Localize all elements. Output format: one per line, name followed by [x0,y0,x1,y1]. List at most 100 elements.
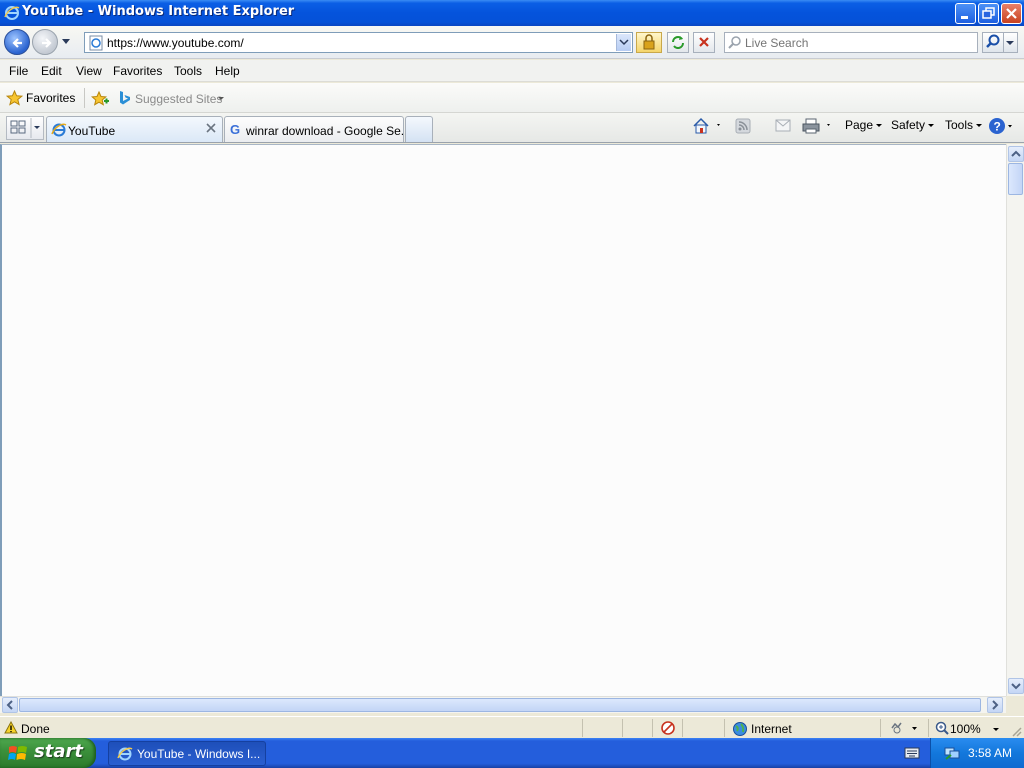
close-icon [1006,8,1017,19]
bing-icon [120,91,130,105]
page-icon [89,35,103,51]
clock[interactable]: 3:58 AM [968,746,1012,760]
horizontal-scrollbar[interactable] [0,696,1006,713]
chevron-down-icon [1006,41,1014,45]
scrollbar-corner [1006,696,1024,713]
help-icon[interactable]: ? [988,117,1016,135]
suggested-sites-button[interactable]: Suggested Sites [135,92,222,106]
windows-logo-icon [8,746,27,760]
popup-blocked-icon[interactable] [660,720,676,736]
forward-button[interactable] [32,29,58,55]
search-icon [728,36,741,49]
network-icon[interactable] [943,745,961,761]
menu-edit[interactable]: Edit [41,64,62,78]
menu-help[interactable]: Help [215,64,240,78]
resize-grip-icon[interactable] [1010,725,1022,737]
menu-file[interactable]: File [9,64,28,78]
restore-icon [982,7,995,19]
system-tray: 3:58 AM [930,738,1024,768]
chevron-down-icon [928,124,935,128]
chevron-down-icon [976,124,983,128]
scroll-up-button[interactable] [1008,146,1024,162]
svg-text:G: G [230,122,240,137]
recent-pages-dropdown-icon[interactable] [61,38,71,46]
favorites-bar: Favorites Suggested Sites [0,83,1024,113]
menu-view[interactable]: View [76,64,102,78]
scroll-right-button[interactable] [987,697,1003,713]
security-report-button[interactable] [636,32,662,53]
security-zone[interactable]: Internet [751,722,792,736]
menu-tools[interactable]: Tools [174,64,202,78]
google-icon: G [230,122,240,137]
tab-youtube[interactable]: YouTube [46,116,223,142]
horizontal-scroll-thumb[interactable] [19,698,981,712]
title-bar[interactable]: YouTube - Windows Internet Explorer [0,0,1024,26]
new-tab-button[interactable] [405,116,433,142]
favorites-star-icon[interactable] [6,90,23,106]
close-tab-icon[interactable] [206,123,216,133]
start-button[interactable]: start [0,738,96,768]
tab-label: winrar download - Google Se... [246,124,411,138]
keyboard-icon[interactable] [904,747,920,759]
internet-explorer-icon [4,6,20,20]
quick-tabs-button[interactable] [6,116,44,140]
restore-button[interactable] [978,3,999,24]
print-icon[interactable] [801,117,835,135]
page-menu-label: Page [845,118,874,132]
window-title: YouTube - Windows Internet Explorer [22,4,295,19]
chevron-down-icon[interactable] [992,727,1000,732]
address-dropdown-button[interactable] [616,34,631,51]
menu-favorites[interactable]: Favorites [113,64,162,78]
minimize-icon [961,16,968,19]
arrow-down-icon [1011,683,1021,690]
chevron-down-icon[interactable] [217,96,225,101]
add-to-favorites-icon[interactable] [91,90,109,107]
address-bar[interactable] [84,32,633,53]
favorites-button[interactable]: Favorites [26,91,75,105]
search-go-button[interactable] [982,32,1004,53]
warning-icon[interactable] [4,721,18,734]
separator [582,719,583,737]
page-menu[interactable]: Page [845,118,883,132]
vertical-scroll-thumb[interactable] [1008,163,1023,195]
separator [84,88,85,108]
separator [880,719,881,737]
mail-icon[interactable] [775,119,791,132]
feeds-icon[interactable] [735,118,751,134]
chevron-down-icon [876,124,883,128]
tab-google-search[interactable]: G winrar download - Google Se... [224,116,411,142]
zoom-level[interactable]: 100% [950,722,981,736]
stop-icon [699,37,709,47]
address-input[interactable] [107,35,607,50]
internet-explorer-icon [117,747,133,761]
separator [928,719,929,737]
taskbar: start YouTube - Windows I... 3:58 AM [0,738,1024,768]
scroll-down-button[interactable] [1008,678,1024,694]
svg-text:?: ? [994,120,1001,134]
search-input[interactable] [745,35,973,50]
zoom-icon [935,721,949,735]
taskbar-item-label: YouTube - Windows I... [137,747,261,761]
separator [724,719,725,737]
page-content[interactable] [0,144,1006,696]
quick-tabs-icon [10,118,40,138]
status-bar: Done Internet 100% [0,716,1024,738]
safety-menu[interactable]: Safety [891,118,935,132]
lock-icon [643,34,655,50]
scroll-left-button[interactable] [2,697,18,713]
arrow-right-icon [992,700,999,710]
tools-menu[interactable]: Tools [945,118,983,132]
protected-mode-icon[interactable] [889,721,923,735]
arrow-left-icon [12,38,22,48]
refresh-button[interactable] [667,32,689,53]
minimize-button[interactable] [955,3,976,24]
taskbar-item-youtube[interactable]: YouTube - Windows I... [108,741,266,766]
home-icon[interactable] [692,117,722,135]
search-box[interactable] [724,32,978,53]
back-button[interactable] [4,29,30,55]
safety-menu-label: Safety [891,118,926,132]
close-button[interactable] [1001,3,1022,24]
stop-button[interactable] [693,32,715,53]
vertical-scrollbar[interactable] [1006,144,1024,696]
search-options-button[interactable] [1004,32,1018,53]
